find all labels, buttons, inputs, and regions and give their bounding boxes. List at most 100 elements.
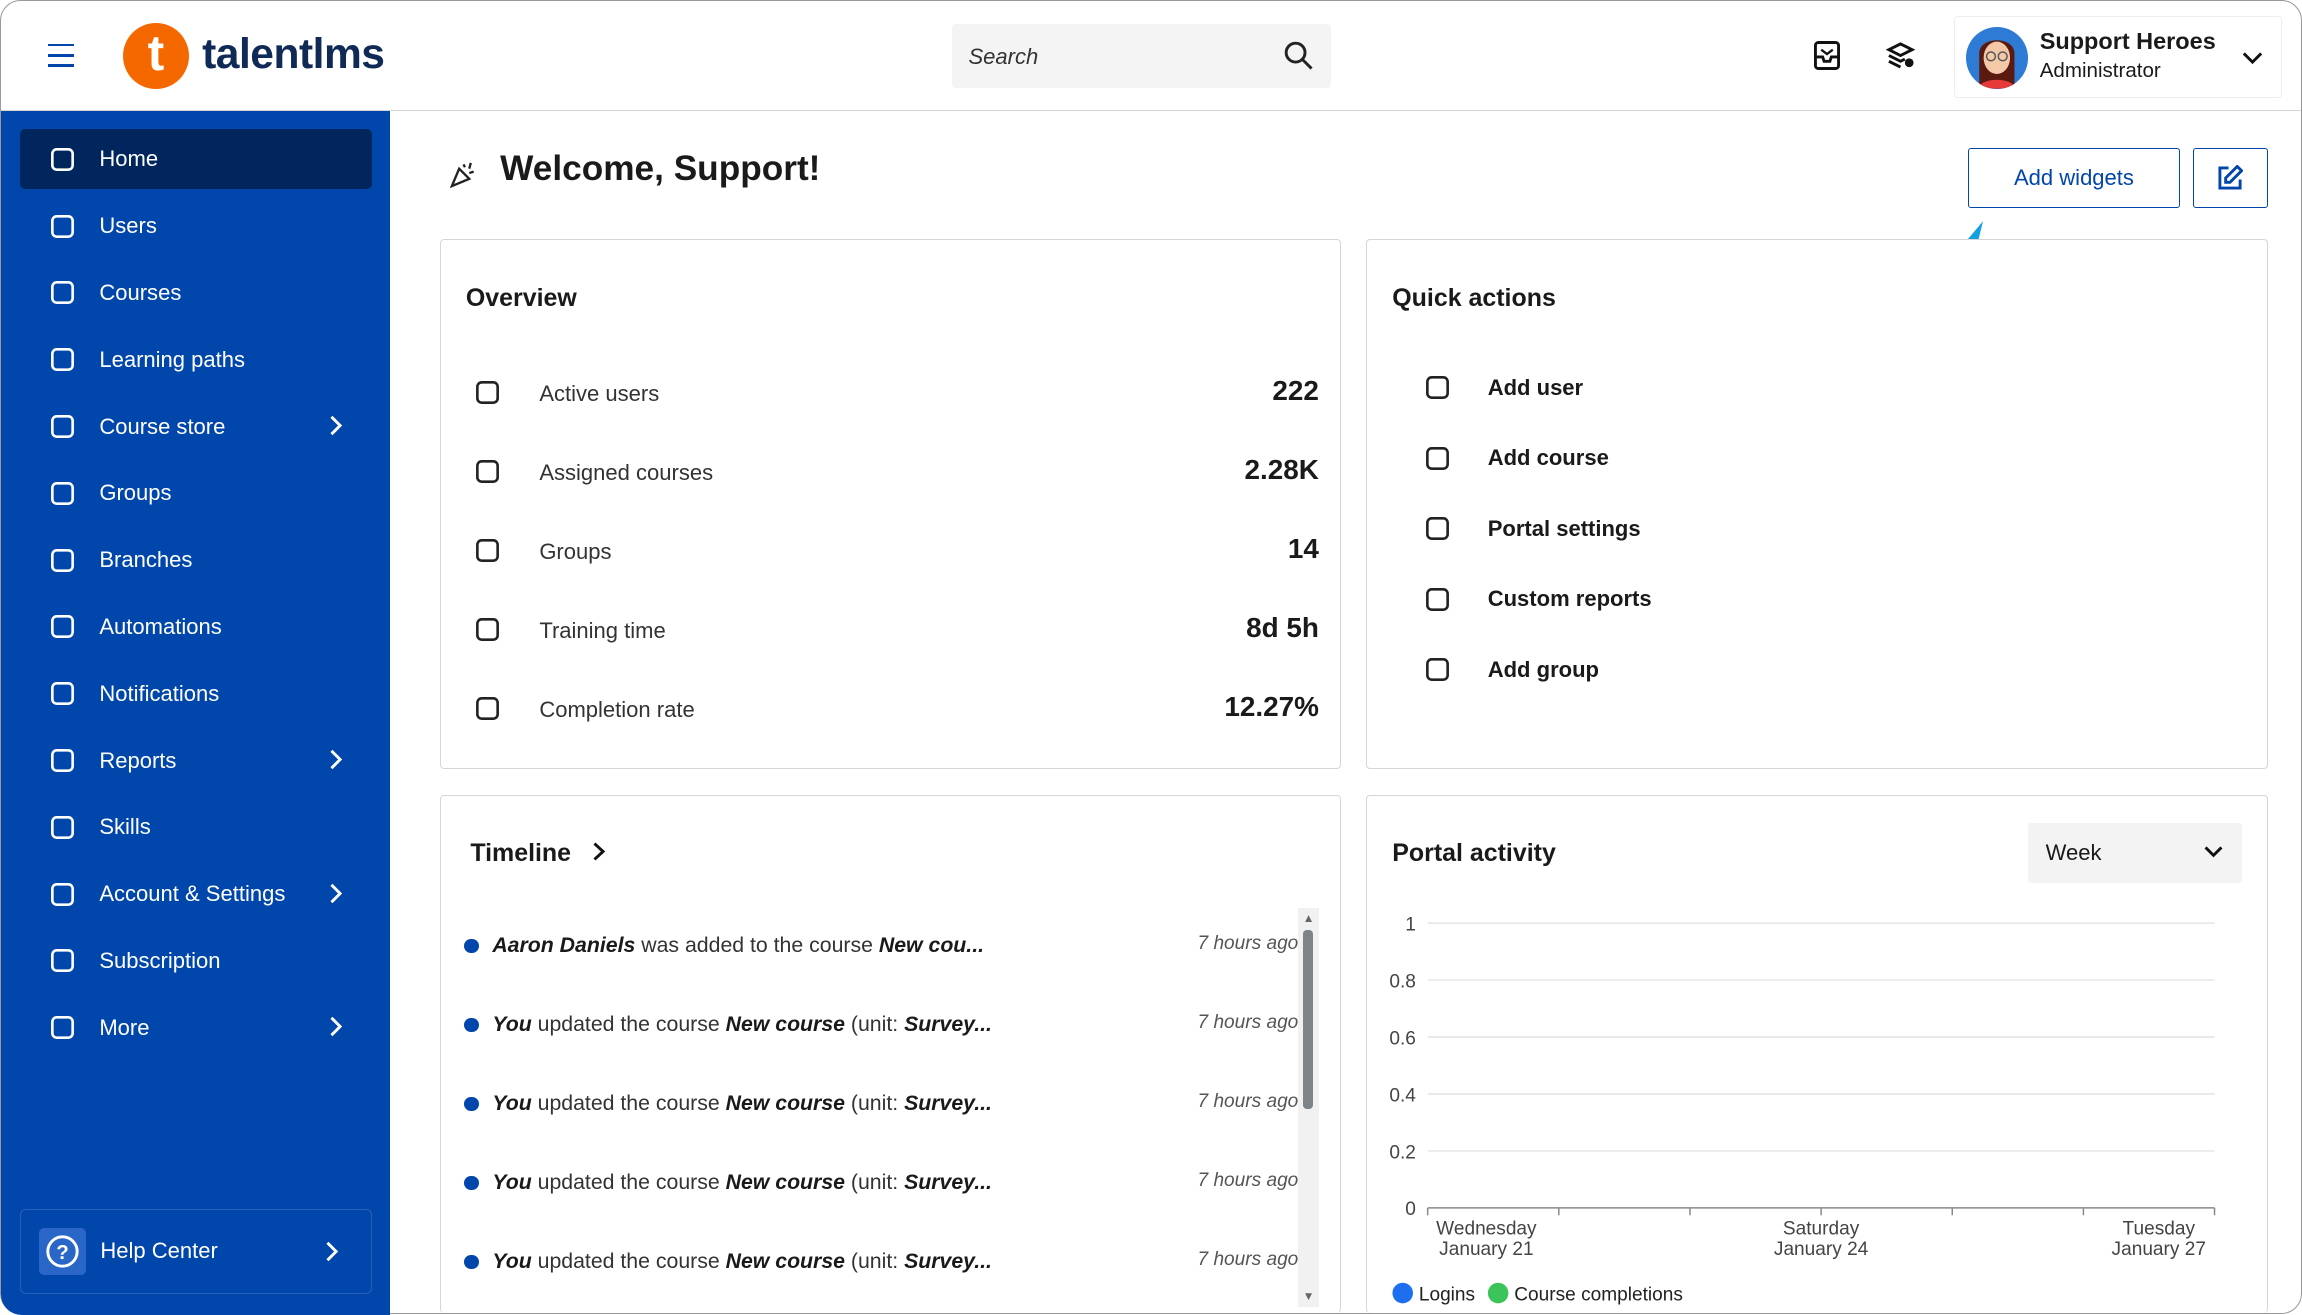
user-role: Administrator [2039,59,2161,83]
quick-action-custom-reports[interactable]: Custom reports [1423,577,1863,621]
edit-dashboard-button[interactable] [2192,147,2268,208]
bullet-dot [464,1096,480,1112]
overview-value: 12.27% [1224,690,1319,722]
path-icon [48,345,77,380]
help-icon: ? [38,1227,86,1275]
layers-check-icon[interactable] [1886,41,1916,70]
sidebar-item-reports[interactable]: Reports [20,730,372,790]
scroll-up-arrow[interactable]: ▲ [1303,912,1315,925]
groups-icon [48,479,77,514]
sidebar-item-course-store[interactable]: Course store [20,396,372,456]
user-icon [51,214,74,238]
search-input[interactable]: Search [952,24,1332,88]
logo-text[interactable]: talentlms [202,30,385,79]
refresh-dollar-icon [51,949,74,973]
x-tick-date: January 27 [2112,1239,2206,1260]
timeline-item[interactable]: You updated the course New course (unit:… [464,1088,1298,1123]
app-window: t talentlms Search Support Heroes Admini… [0,0,2302,1315]
y-tick-label: 0.8 [1390,971,1417,992]
overview-card: Overview Active users 222 Assigned courses… [439,238,1342,769]
legend-marker[interactable] [1488,1282,1509,1304]
period-value: Week [2045,840,2102,866]
sidebar-item-users[interactable]: Users [20,196,372,256]
overview-value: 2.28K [1244,453,1319,485]
inbox-icon[interactable] [1814,40,1841,70]
timeline-item[interactable]: You updated the course New course (unit:… [464,1009,1298,1044]
quick-actions-title: Quick actions [1392,283,1556,312]
portal-activity-chart: 0 0.2 0.4 0.6 0.8 1 WednesdayJanuary 21 Saturda… [1390,914,2216,1305]
add-user-icon [1423,373,1452,407]
x-tick-day: Wednesday [1437,1218,1538,1239]
scrollbar-thumb[interactable] [1302,929,1313,1109]
sidebar-item-learning-paths[interactable]: Learning paths [20,329,372,389]
code-icon [1426,517,1450,541]
sidebar-item-label: Learning paths [99,346,246,372]
timeline-text: Aaron Daniels was added to the course Ne… [492,933,984,958]
sidebar-item-label: Branches [99,547,193,573]
y-tick-label: 0 [1406,1199,1417,1220]
overview-row: Completion rate 12.27% [473,686,1319,730]
clock-icon [476,617,500,641]
timeline-text: You updated the course New course (unit:… [492,1012,992,1037]
chevron-right-icon [330,415,343,436]
sidebar-item-notifications[interactable]: Notifications [20,663,372,723]
chevron-down-icon[interactable] [2242,52,2263,65]
quick-action-add-group[interactable]: Add group [1423,648,1863,692]
timeline-scrollbar[interactable]: ▲ ▼ [1298,907,1319,1308]
menu-icon[interactable] [47,43,75,67]
timeline-action: updated the course [531,1090,726,1115]
store-icon [51,415,74,438]
quick-action-add-user[interactable]: Add user [1423,366,1863,410]
quick-action-portal-settings[interactable]: Portal settings [1423,507,1863,551]
sidebar-item-more[interactable]: More [20,997,372,1057]
legend-label[interactable]: Course completions [1515,1284,1684,1305]
period-select[interactable]: Week [2027,822,2243,883]
books-icon [476,459,500,483]
legend-label[interactable]: Logins [1419,1284,1475,1305]
timeline-unit: Survey... [904,1248,992,1273]
timeline-item[interactable]: Aaron Daniels was added to the course Ne… [464,930,1298,965]
sidebar-item-courses[interactable]: Courses [20,262,372,322]
help-center-button[interactable]: ? Help Center [20,1209,373,1295]
sidebar-item-skills[interactable]: Skills [20,797,372,857]
overview-label: Completion rate [539,696,695,722]
scroll-down-arrow[interactable]: ▼ [1303,1290,1315,1303]
add-widgets-button[interactable]: Add widgets [1968,147,2180,208]
pie-chart-icon [51,749,74,772]
timeline-time: 7 hours ago [1197,1090,1299,1112]
timeline-title-link[interactable]: Timeline [470,839,605,868]
timeline-item[interactable]: You updated the course New course (unit:… [464,1167,1298,1202]
page-title: Welcome, Support! [500,149,821,189]
timeline-object: New course [725,1090,845,1115]
chevron-right-icon [330,749,343,770]
sidebar-item-subscription[interactable]: Subscription [20,930,372,990]
sidebar-item-automations[interactable]: Automations [20,596,372,656]
user-menu[interactable]: Support Heroes Administrator [1953,15,2283,98]
svg-text:?: ? [56,1241,69,1264]
legend-marker[interactable] [1392,1282,1414,1304]
book-icon [51,281,74,305]
sidebar-item-label: Notifications [99,680,220,706]
timeline-item[interactable]: You updated the course New course (unit:… [464,1246,1298,1281]
x-tick-day: Tuesday [2123,1218,2196,1239]
timeline-action: was added to the course [635,932,879,957]
logo-mark[interactable]: t [122,23,189,90]
sidebar-item-groups[interactable]: Groups [20,463,372,523]
quick-action-label: Add group [1487,656,1599,682]
chevron-right-icon [330,1016,343,1037]
grid-icon [48,1013,77,1048]
bullet-dot [464,1017,480,1033]
timeline-card: Timeline ▲ ▼ Aaron Daniels was added to … [439,795,1342,1314]
groups-icon [1426,658,1450,682]
quick-action-add-course[interactable]: Add course [1423,437,1863,481]
timeline-actor: You [492,1169,532,1194]
sidebar-item-home[interactable]: Home [20,128,373,189]
sidebar: ? Help Center Home Users Courses Learning p… [1,111,391,1315]
y-tick-label: 0.4 [1390,1085,1417,1106]
search-icon[interactable] [1284,41,1314,70]
sidebar-item-label: Automations [99,613,222,639]
sidebar-item-branches[interactable]: Branches [20,530,372,590]
pie-chart-icon [1423,585,1452,619]
y-tick-label: 1 [1406,914,1417,935]
sidebar-item-account-settings[interactable]: Account & Settings [20,863,372,923]
